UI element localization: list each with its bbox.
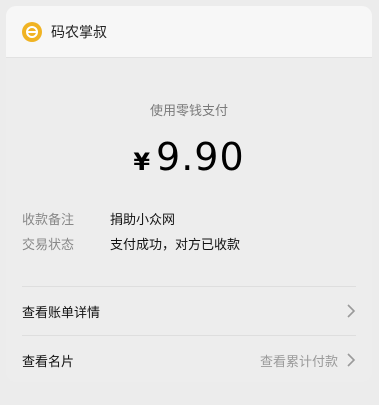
transaction-info: 收款备注 捐助小众网 交易状态 支付成功，对方已收款 [6, 213, 372, 254]
info-key-note: 收款备注 [22, 213, 75, 228]
cumulative-payments-hint: 查看累计付款 [259, 354, 338, 370]
view-card-label: 查看名片 [22, 354, 75, 370]
payment-detail-card: 码农掌叔 使用零钱支付 ¥ 9.90 收款备注 捐助小众网 交易状态 支付成功，… [6, 6, 372, 382]
info-key-status: 交易状态 [22, 238, 75, 253]
currency-symbol: ¥ [133, 148, 151, 176]
info-value-note: 捐助小众网 [110, 213, 176, 228]
merchant-header: 码农掌叔 [6, 6, 372, 58]
chevron-right-icon [347, 353, 356, 367]
amount-row: ¥ 9.90 [6, 135, 372, 179]
payment-method-label: 使用零钱支付 [149, 104, 228, 119]
payment-amount: 9.90 [156, 135, 245, 179]
info-row-status: 交易状态 支付成功，对方已收款 [22, 238, 372, 254]
info-row-note: 收款备注 捐助小众网 [22, 213, 372, 229]
bill-details-link[interactable]: 查看账单详情 [22, 286, 356, 335]
merchant-name: 码农掌叔 [51, 24, 107, 41]
action-list: 查看账单详情 查看名片 查看累计付款 [22, 286, 356, 382]
info-value-status: 支付成功，对方已收款 [110, 238, 241, 253]
merchant-logo-icon [22, 21, 42, 42]
chevron-right-icon [347, 304, 356, 318]
view-card-link[interactable]: 查看名片 查看累计付款 [22, 335, 356, 382]
bill-details-label: 查看账单详情 [22, 305, 101, 321]
